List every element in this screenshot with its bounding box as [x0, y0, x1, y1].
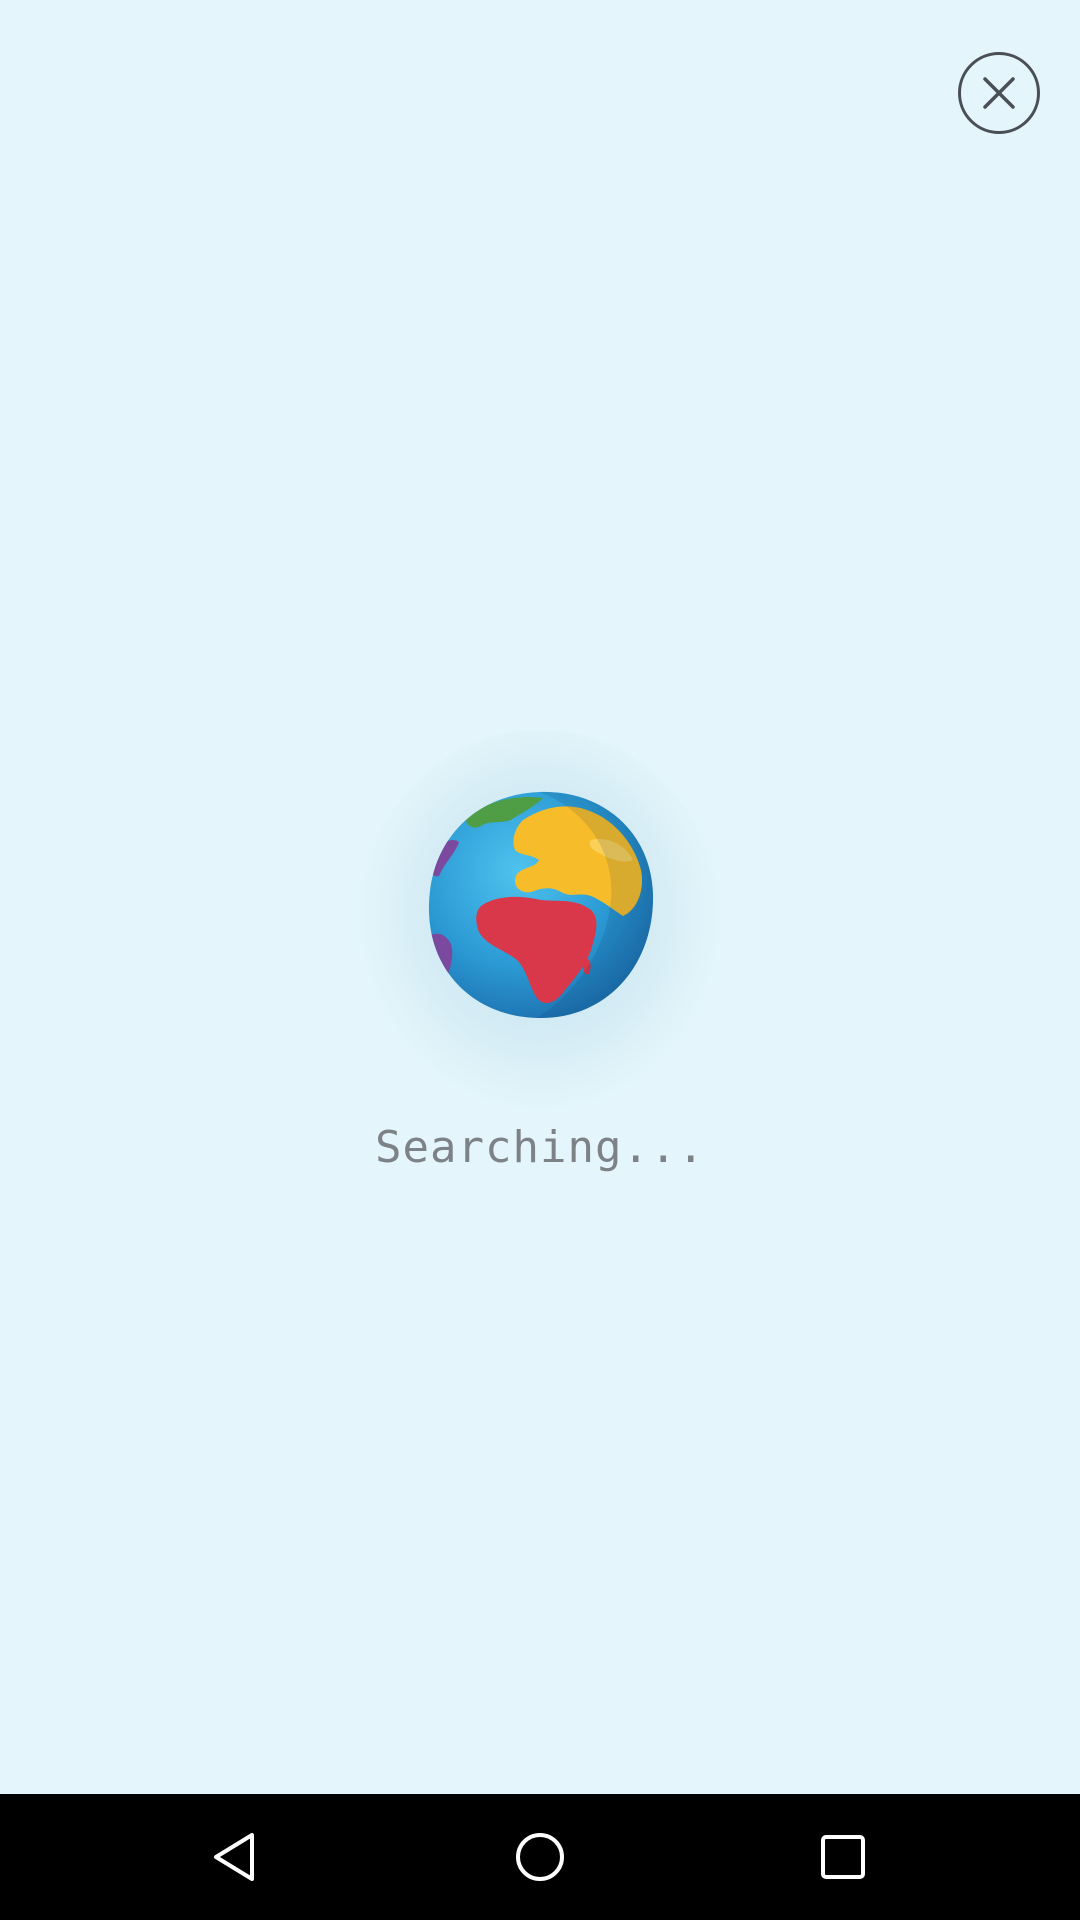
- close-icon: [983, 77, 1015, 109]
- recents-square-icon: [821, 1835, 865, 1879]
- close-button[interactable]: [958, 52, 1040, 134]
- app-screen: Searching...: [0, 0, 1080, 1794]
- back-triangle-icon: [214, 1833, 254, 1881]
- globe-icon: [428, 791, 654, 1019]
- home-circle-icon: [516, 1833, 564, 1881]
- system-navigation-bar: [0, 1794, 1080, 1920]
- searching-status-text: Searching...: [375, 1122, 705, 1173]
- nav-back-button[interactable]: [196, 1817, 276, 1897]
- globe-animation: [360, 730, 720, 1110]
- nav-home-button[interactable]: [500, 1817, 580, 1897]
- nav-recents-button[interactable]: [803, 1817, 883, 1897]
